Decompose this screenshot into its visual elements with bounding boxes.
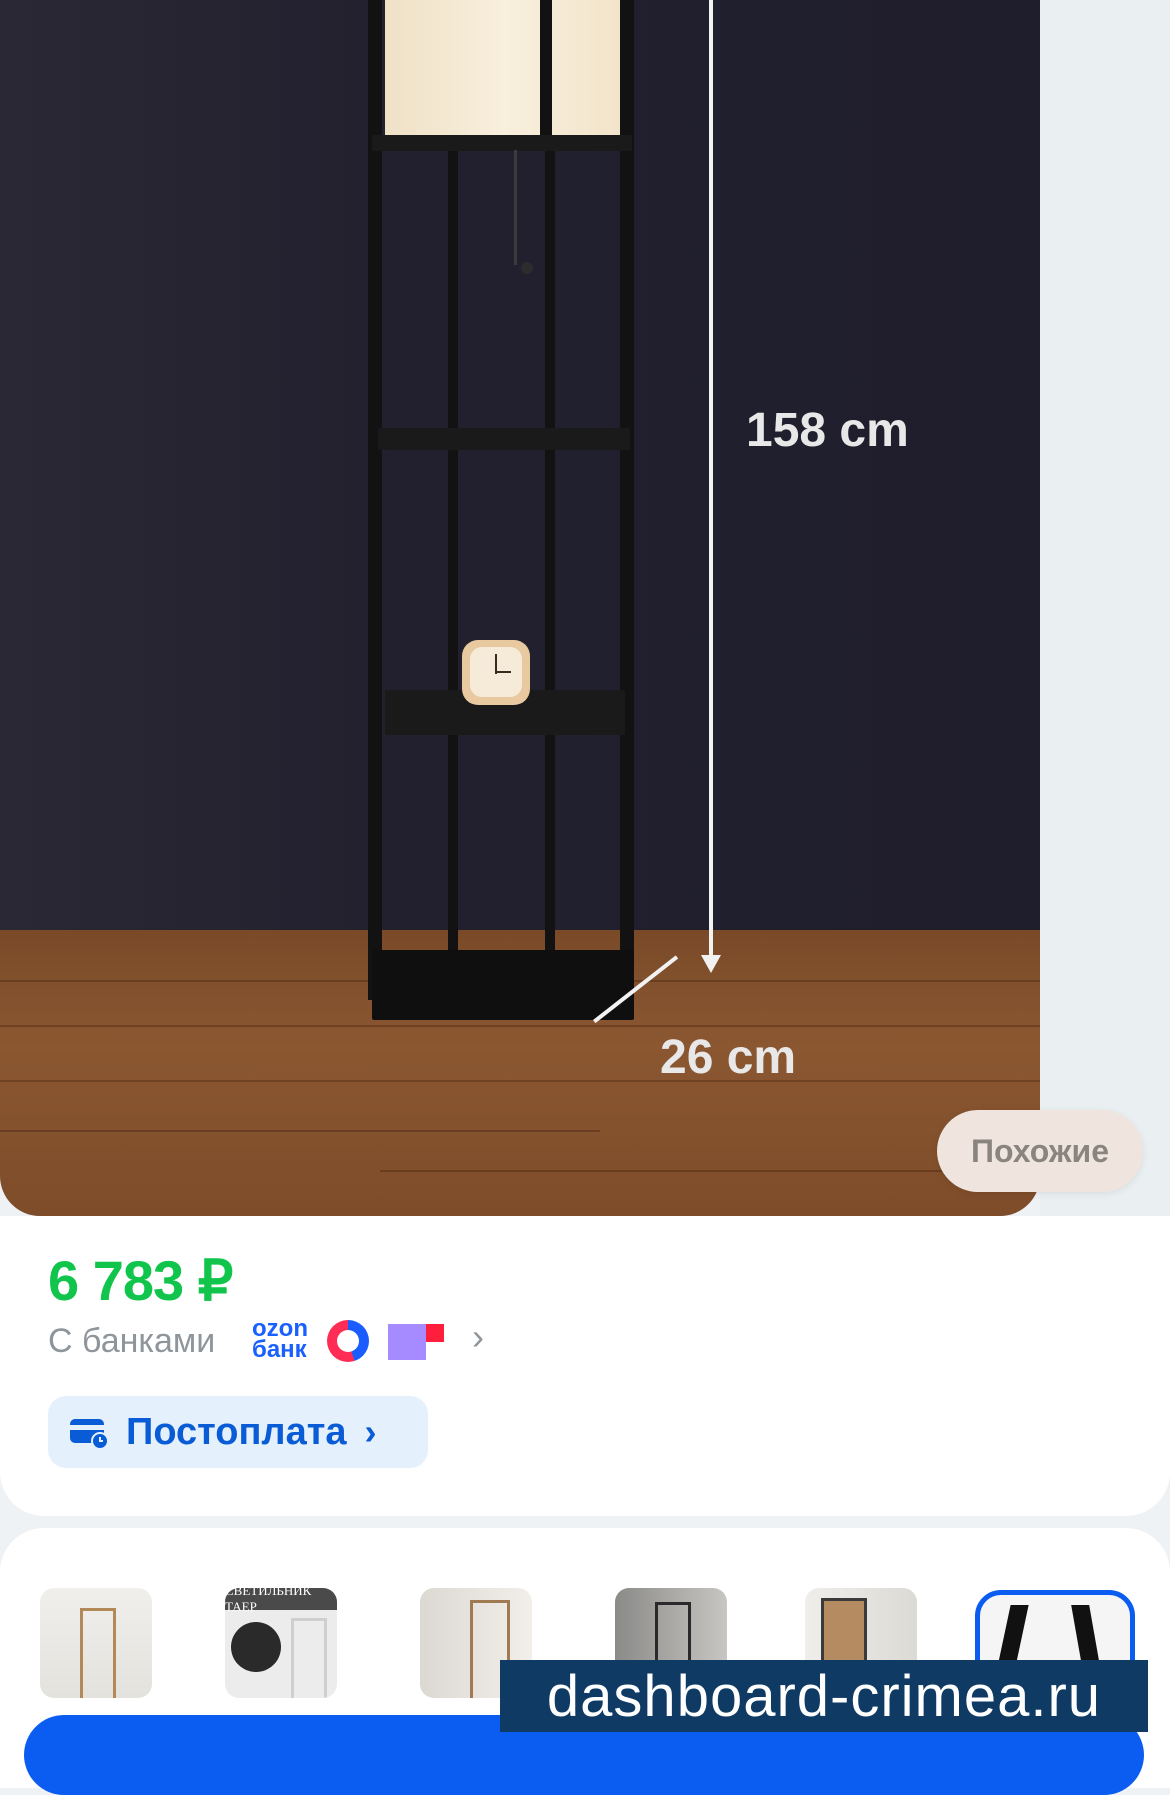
height-dimension-line <box>709 0 713 958</box>
chevron-right-icon: › <box>364 1411 377 1452</box>
thumbnail-1[interactable] <box>40 1588 152 1698</box>
height-dimension-label: 158 cm <box>746 404 909 457</box>
bank-logo-2-icon <box>388 1324 444 1360</box>
product-price: 6 783 ₽ <box>48 1249 233 1312</box>
watermark: dashboard-crimea.ru <box>500 1660 1148 1732</box>
banks-label[interactable]: С банками <box>48 1322 215 1361</box>
product-image[interactable]: 158 cm 26 cm <box>0 0 1040 1216</box>
lamp-pull-chain <box>514 150 517 265</box>
lamp-shade <box>385 0 625 135</box>
similar-button[interactable]: Похожие <box>937 1110 1143 1192</box>
ozon-bank-logo-icon: ozon банк <box>252 1315 308 1363</box>
next-image-preview <box>1040 0 1170 1216</box>
card-clock-icon <box>70 1419 109 1449</box>
thumbnail-2[interactable]: СВЕТИЛЬНИК ТАЕР <box>225 1588 337 1698</box>
postpay-button[interactable]: Постоплата › <box>48 1396 428 1468</box>
postpay-label: Постоплата <box>126 1410 347 1453</box>
depth-dimension-label: 26 cm <box>660 1031 797 1084</box>
chevron-right-icon[interactable]: › <box>472 1316 484 1358</box>
clock-image <box>462 640 530 705</box>
bank-logo-icon <box>327 1320 369 1362</box>
lamp-shelf <box>372 135 632 151</box>
